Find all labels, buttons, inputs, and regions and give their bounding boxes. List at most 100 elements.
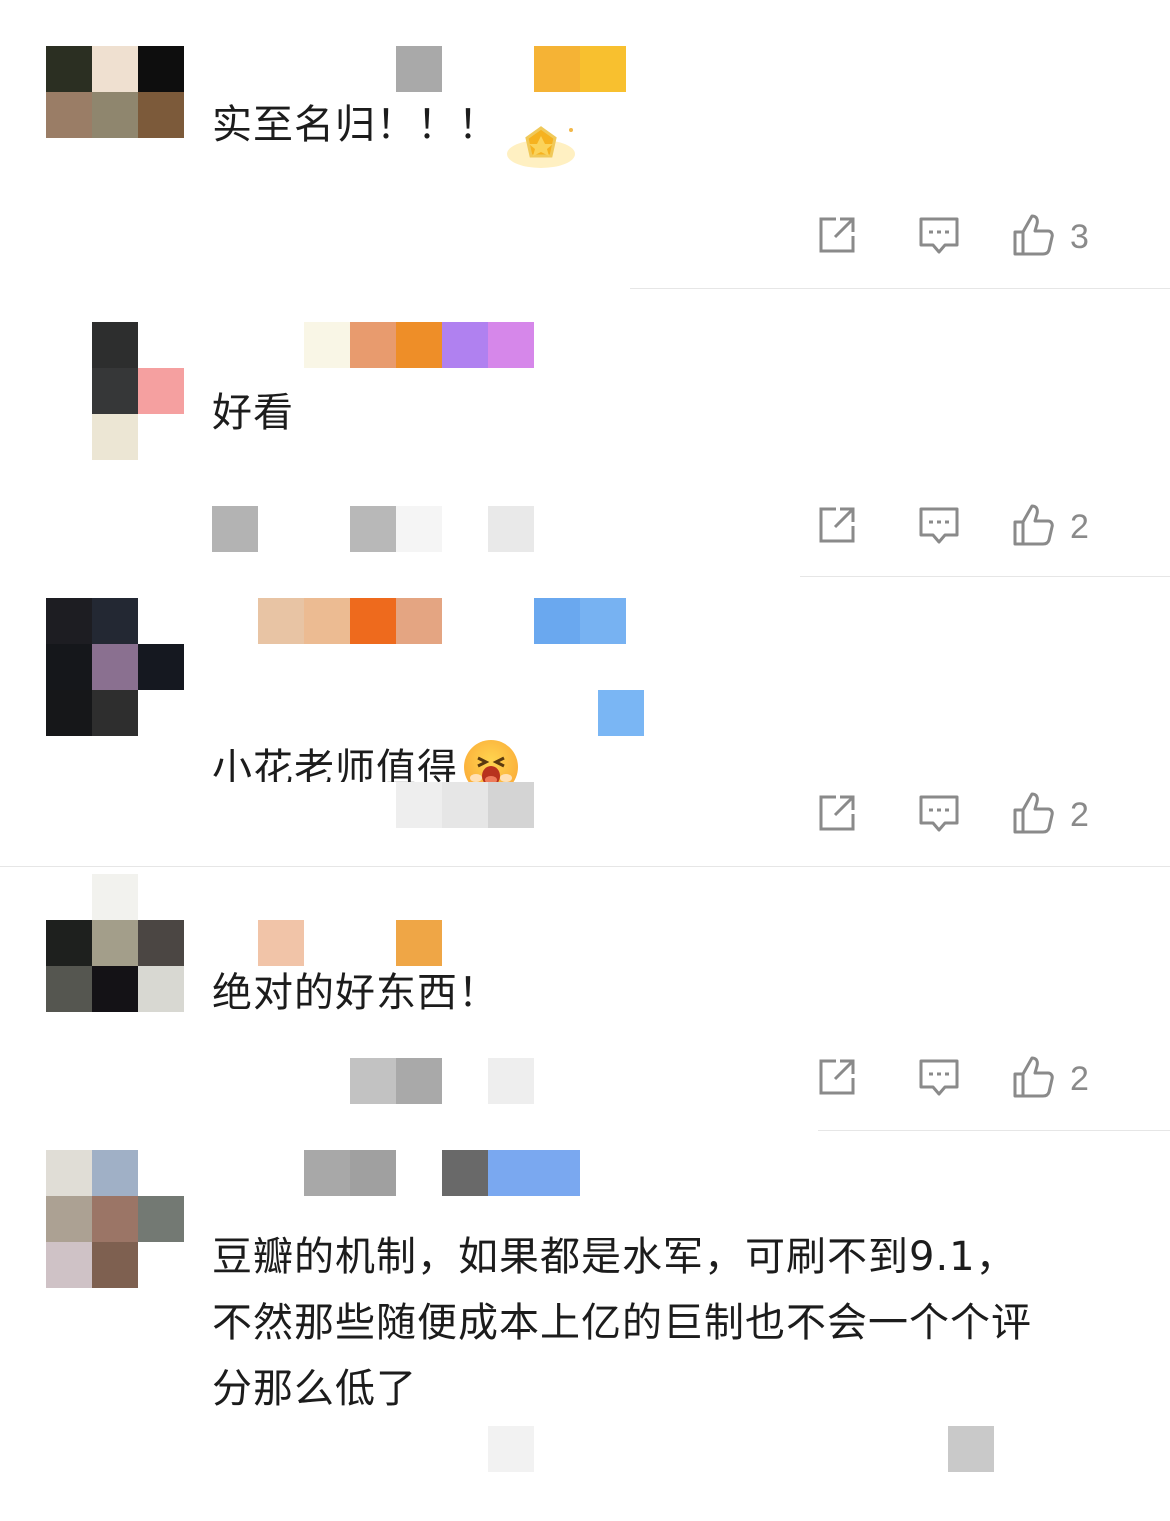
comment-actions: 2 (786, 1054, 1130, 1104)
meta-pixel (304, 1426, 350, 1472)
meta-pixel (396, 782, 442, 828)
username[interactable] (212, 322, 534, 368)
avatar[interactable] (46, 1150, 184, 1288)
avatar-pixel (92, 920, 138, 966)
username-pixel (350, 1150, 396, 1196)
comment-icon (916, 502, 962, 552)
meta-pixel (488, 782, 534, 828)
comment-meta (212, 782, 534, 828)
meta-pixel (350, 782, 396, 828)
meta-pixel (350, 506, 396, 552)
username[interactable] (212, 46, 626, 92)
share-icon (814, 790, 860, 840)
username-pixel (350, 322, 396, 368)
username-pixel (488, 322, 534, 368)
avatar[interactable] (46, 322, 184, 460)
like-count: 2 (1070, 1059, 1089, 1098)
like-count: 2 (1070, 507, 1089, 546)
meta-pixel (442, 782, 488, 828)
avatar-pixel (92, 1196, 138, 1242)
comment-meta (212, 506, 534, 552)
share-button[interactable] (786, 1054, 888, 1104)
divider (818, 1130, 1170, 1131)
thumbs-up-icon (1010, 212, 1056, 262)
like-button[interactable]: 3 (990, 212, 1130, 262)
avatar[interactable] (46, 46, 184, 184)
meta-pixel (488, 1058, 534, 1104)
username-pixel (442, 1150, 488, 1196)
like-button[interactable]: 2 (990, 1054, 1130, 1104)
avatar-pixel (46, 368, 92, 414)
meta-pixel (948, 1426, 994, 1472)
username-pixel (212, 46, 258, 92)
username[interactable] (212, 598, 626, 644)
username-pixel (396, 322, 442, 368)
thumbs-up-icon (1010, 790, 1056, 840)
like-count: 3 (1070, 217, 1089, 256)
comment-text: 好看 (212, 390, 294, 436)
avatar-pixel (46, 690, 92, 736)
comment-icon (916, 1054, 962, 1104)
username-pixel (304, 46, 350, 92)
divider (800, 576, 1170, 577)
meta-pixel (396, 1426, 442, 1472)
comment-meta (212, 1058, 534, 1104)
divider (0, 866, 1170, 867)
comment-text: 绝对的好东西！ (212, 970, 499, 1016)
like-button[interactable]: 2 (990, 790, 1130, 840)
meta-pixel (258, 782, 304, 828)
meta-pixel (212, 506, 258, 552)
avatar-pixel (46, 1242, 92, 1288)
comment-actions: 3 (786, 212, 1130, 262)
username-pixel (212, 598, 258, 644)
meta-pixel (304, 1058, 350, 1104)
comment-icon (916, 790, 962, 840)
username-pixel (488, 46, 534, 92)
username-pixel (488, 1150, 534, 1196)
meta-pixel (212, 1426, 258, 1472)
meta-pixel (304, 506, 350, 552)
meta-pixel (442, 1426, 488, 1472)
username-pixel (442, 322, 488, 368)
avatar-pixel (138, 920, 184, 966)
username-pixel (580, 598, 626, 644)
meta-pixel (396, 1058, 442, 1104)
meta-pixel (350, 1426, 396, 1472)
avatar-pixel (138, 690, 184, 736)
avatar-pixel (92, 368, 138, 414)
username-pixel (304, 322, 350, 368)
username-pixel (350, 46, 396, 92)
meta-pixel (304, 782, 350, 828)
avatar-pixel (92, 1150, 138, 1196)
comment-text: 豆瓣的机制，如果都是水军，可刷不到9.1， 不然那些随便成本上亿的巨制也不会一个… (212, 1234, 1032, 1412)
divider (630, 288, 1170, 289)
avatar-pixel (138, 138, 184, 184)
avatar-pixel (138, 46, 184, 92)
avatar-pixel (138, 322, 184, 368)
avatar-pixel (138, 874, 184, 920)
reply-button[interactable] (888, 212, 990, 262)
avatar-pixel (46, 1150, 92, 1196)
avatar[interactable] (46, 874, 184, 1012)
username-pixel (258, 1150, 304, 1196)
reply-button[interactable] (888, 1054, 990, 1104)
meta-pixel (258, 506, 304, 552)
username-pixel (396, 1150, 442, 1196)
meta-pixel (442, 506, 488, 552)
share-button[interactable] (786, 502, 888, 552)
username[interactable] (212, 1150, 580, 1196)
reply-button[interactable] (888, 502, 990, 552)
meta-pixel (396, 506, 442, 552)
avatar[interactable] (46, 598, 184, 736)
like-button[interactable]: 2 (990, 502, 1130, 552)
share-button[interactable] (786, 212, 888, 262)
reply-button[interactable] (888, 790, 990, 840)
meta-pixel (258, 1058, 304, 1104)
share-button[interactable] (786, 790, 888, 840)
comment-actions: 2 (786, 790, 1130, 840)
username-pixel (534, 1150, 580, 1196)
username-pixel (396, 46, 442, 92)
meta-pixel (488, 1426, 534, 1472)
avatar-pixel (92, 92, 138, 138)
meta-pixel (580, 1426, 626, 1472)
